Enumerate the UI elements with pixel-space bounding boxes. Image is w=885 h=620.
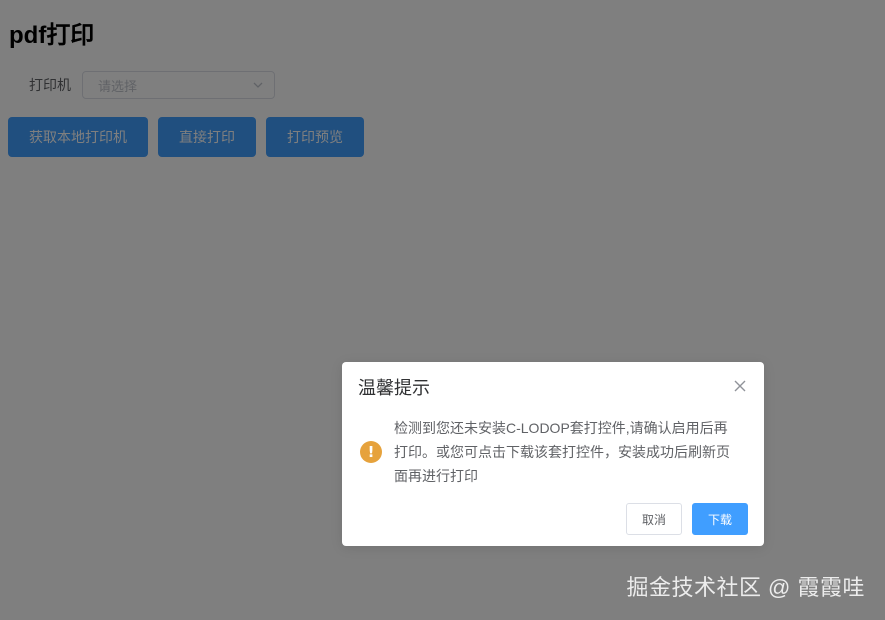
download-button[interactable]: 下载 (692, 503, 748, 535)
warning-icon: ! (360, 441, 382, 463)
close-icon[interactable] (732, 378, 748, 394)
page: pdf打印 打印机 请选择 获取本地打印机 直接打印 打印预览 温馨提示 ! 检… (0, 0, 885, 620)
cancel-button[interactable]: 取消 (626, 503, 682, 535)
notice-dialog: 温馨提示 ! 检测到您还未安装C-LODOP套打控件,请确认启用后再打印。或您可… (342, 362, 764, 546)
watermark: 掘金技术社区 @ 霞霞哇 (626, 575, 865, 600)
dialog-footer: 取消 下载 (626, 503, 748, 535)
dialog-title: 温馨提示 (358, 378, 430, 398)
dialog-message: 检测到您还未安装C-LODOP套打控件,请确认启用后再打印。或您可点击下载该套打… (394, 420, 730, 484)
